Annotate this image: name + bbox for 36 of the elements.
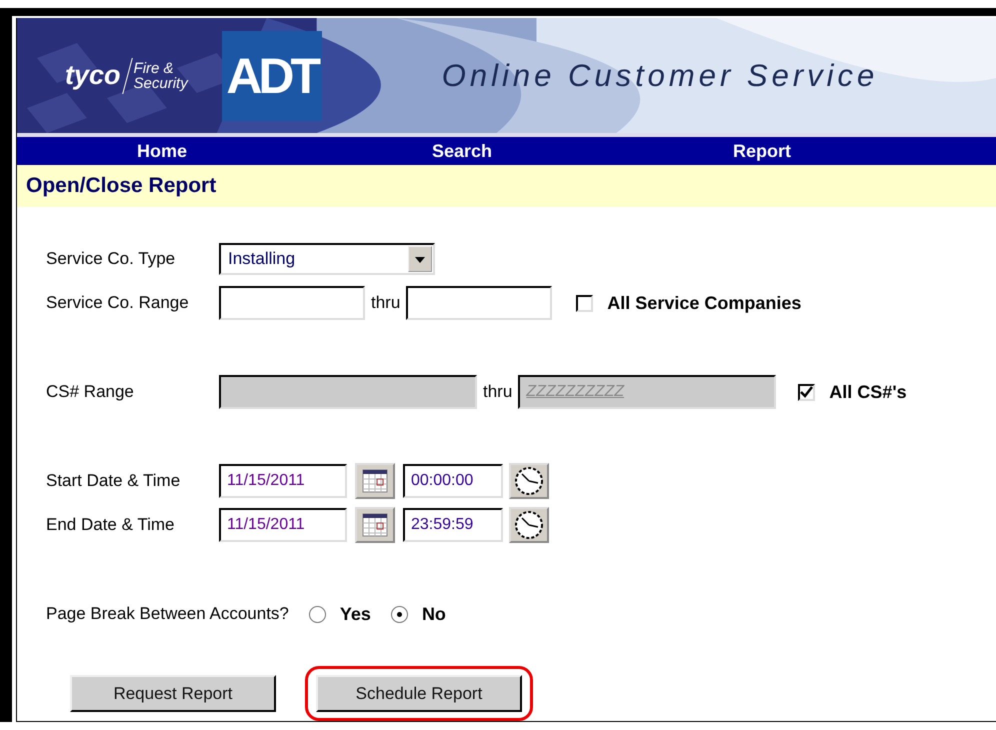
field-label: Service Co. Type — [46, 249, 176, 269]
page-title: Open/Close Report — [26, 174, 216, 198]
checkbox[interactable]: All Service Companies — [576, 292, 802, 314]
nav-link[interactable]: Search — [432, 140, 492, 162]
input-field[interactable] — [406, 286, 552, 320]
field-label: Start Date & Time — [46, 471, 182, 491]
division-text: Security — [134, 76, 188, 90]
thru-text: thru — [371, 293, 400, 313]
calendar-button[interactable] — [355, 507, 395, 543]
report-button[interactable]: Request Report — [70, 675, 276, 712]
radio-option[interactable]: No — [390, 604, 446, 624]
field-label: Service Co. Range — [46, 293, 190, 313]
clock-button[interactable] — [509, 507, 549, 543]
calendar-button[interactable] — [355, 463, 395, 499]
field-label: Page Break Between Accounts? — [46, 604, 289, 624]
time-field[interactable]: 00:00:00 — [403, 464, 503, 498]
input-field[interactable] — [219, 286, 365, 320]
clock-button[interactable] — [509, 463, 549, 499]
time-field[interactable]: 23:59:59 — [403, 508, 503, 542]
radio-option[interactable]: Yes — [308, 604, 371, 624]
report-button[interactable]: Schedule Report — [316, 675, 522, 712]
adt-logo: ADT — [222, 30, 322, 120]
thru-text: thru — [483, 382, 512, 402]
division-text: Fire & — [134, 60, 175, 76]
type-select[interactable]: Installing — [219, 243, 435, 275]
check-icon — [800, 386, 814, 398]
site-title: Online Customer Service — [442, 58, 878, 94]
date-field[interactable]: 11/15/2011 — [219, 508, 347, 542]
field-label: End Date & Time — [46, 515, 176, 535]
caret-icon — [408, 246, 432, 272]
radio-dot-icon — [396, 612, 402, 616]
nav-link[interactable]: Report — [733, 140, 791, 162]
nav-link[interactable]: Home — [136, 140, 187, 162]
date-field[interactable]: 11/15/2011 — [219, 464, 347, 498]
tyco-logo: tyco — [65, 60, 121, 91]
field-label: CS# Range — [46, 382, 135, 402]
